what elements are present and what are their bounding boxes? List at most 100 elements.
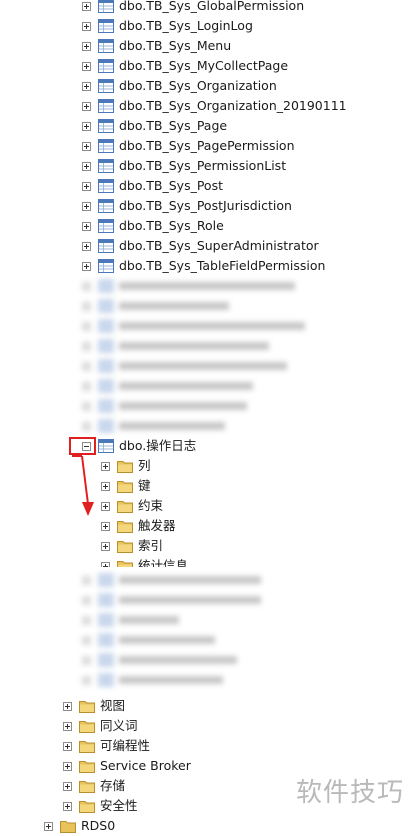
redacted-text: [119, 302, 229, 310]
table-name[interactable]: dbo.TB_Sys_PermissionList: [119, 156, 286, 176]
table-row[interactable]: dbo.TB_Sys_Post: [82, 176, 223, 196]
expand-icon[interactable]: [82, 81, 91, 91]
redacted-text: [119, 322, 305, 330]
expand-icon[interactable]: [82, 241, 91, 251]
table-row[interactable]: dbo.TB_Sys_SuperAdministrator: [82, 236, 319, 256]
redacted-text: [119, 282, 295, 290]
table-row[interactable]: dbo.TB_Sys_GlobalPermission: [82, 0, 304, 16]
table-name[interactable]: dbo.TB_Sys_Post: [119, 176, 223, 196]
folder-label[interactable]: 触发器: [138, 516, 176, 536]
table-name[interactable]: dbo.TB_Sys_Organization_20190111: [119, 96, 347, 116]
table-row[interactable]: dbo.TB_Sys_PermissionList: [82, 156, 286, 176]
tree-folder-synonyms[interactable]: 同义词: [63, 716, 138, 736]
table-icon: [98, 99, 114, 113]
table-name[interactable]: dbo.TB_Sys_Page: [119, 116, 227, 136]
tree-folder-statistics[interactable]: 统计信息: [101, 556, 188, 567]
expand-icon[interactable]: [63, 781, 72, 791]
table-name[interactable]: dbo.TB_Sys_Role: [119, 216, 224, 236]
folder-label[interactable]: 键: [138, 476, 151, 496]
table-row[interactable]: dbo.TB_Sys_PostJurisdiction: [82, 196, 292, 216]
expand-icon[interactable]: [101, 561, 110, 567]
folder-label[interactable]: Service Broker: [100, 756, 191, 776]
expand-icon: [82, 655, 91, 665]
expand-icon[interactable]: [82, 161, 91, 171]
expand-icon[interactable]: [82, 141, 91, 151]
folder-label[interactable]: 统计信息: [138, 556, 188, 567]
tree-folder-triggers[interactable]: 触发器: [101, 516, 176, 536]
table-icon: [98, 339, 114, 353]
table-name[interactable]: dbo.TB_Sys_Organization: [119, 76, 277, 96]
expand-icon[interactable]: [82, 221, 91, 231]
redacted-text: [119, 422, 225, 430]
redacted-table-row: [82, 376, 253, 396]
folder-label[interactable]: 安全性: [100, 796, 138, 816]
expanded-table-row[interactable]: dbo.操作日志: [82, 436, 196, 456]
table-name[interactable]: dbo.TB_Sys_Menu: [119, 36, 231, 56]
redacted-text: [119, 636, 215, 644]
table-name[interactable]: dbo.TB_Sys_PostJurisdiction: [119, 196, 292, 216]
table-icon: [98, 119, 114, 133]
expand-icon[interactable]: [82, 41, 91, 51]
folder-icon: [117, 461, 133, 473]
folder-icon: [79, 801, 95, 813]
table-icon: [98, 199, 114, 213]
folder-icon: [117, 521, 133, 533]
redacted-table-row: [82, 650, 237, 670]
folder-label[interactable]: 存储: [100, 776, 125, 796]
expand-icon: [82, 361, 91, 371]
expand-icon[interactable]: [82, 101, 91, 111]
redacted-table-row: [82, 570, 261, 590]
expand-icon[interactable]: [101, 541, 110, 551]
table-row[interactable]: dbo.TB_Sys_MyCollectPage: [82, 56, 288, 76]
table-row[interactable]: dbo.TB_Sys_PagePermission: [82, 136, 295, 156]
table-name[interactable]: dbo.TB_Sys_SuperAdministrator: [119, 236, 319, 256]
folder-label[interactable]: 视图: [100, 696, 125, 716]
expand-icon: [82, 281, 91, 291]
tree-folder-views[interactable]: 视图: [63, 696, 125, 716]
table-row[interactable]: dbo.TB_Sys_Role: [82, 216, 224, 236]
expand-icon[interactable]: [63, 801, 72, 811]
expand-icon[interactable]: [63, 701, 72, 711]
table-name[interactable]: dbo.TB_Sys_PagePermission: [119, 136, 295, 156]
table-row[interactable]: dbo.TB_Sys_Organization: [82, 76, 277, 96]
expand-icon[interactable]: [63, 761, 72, 771]
expand-icon[interactable]: [82, 201, 91, 211]
expand-icon[interactable]: [63, 741, 72, 751]
table-row[interactable]: dbo.TB_Sys_TableFieldPermission: [82, 256, 325, 276]
folder-icon: [79, 781, 95, 793]
tree-folder-service-broker[interactable]: Service Broker: [63, 756, 191, 776]
tree-folder-programmability[interactable]: 可编程性: [63, 736, 150, 756]
expand-icon[interactable]: [82, 181, 91, 191]
tree-folder-storage[interactable]: 存储: [63, 776, 125, 796]
expand-icon[interactable]: [82, 121, 91, 131]
table-name[interactable]: dbo.TB_Sys_TableFieldPermission: [119, 256, 325, 276]
expand-icon[interactable]: [63, 721, 72, 731]
folder-icon: [79, 741, 95, 753]
expand-icon[interactable]: [82, 61, 91, 71]
table-name[interactable]: dbo.TB_Sys_GlobalPermission: [119, 0, 304, 16]
table-name[interactable]: dbo.操作日志: [119, 436, 196, 456]
expand-icon[interactable]: [82, 261, 91, 271]
expand-icon: [82, 675, 91, 685]
tree-database-next[interactable]: RDS0: [44, 816, 115, 836]
tree-folder-indexes[interactable]: 索引: [101, 536, 163, 556]
table-row[interactable]: dbo.TB_Sys_Organization_20190111: [82, 96, 347, 116]
folder-label[interactable]: 同义词: [100, 716, 138, 736]
expand-icon[interactable]: [82, 1, 91, 11]
table-name[interactable]: dbo.TB_Sys_LoginLog: [119, 16, 253, 36]
tree-folder-constraints[interactable]: 约束: [101, 496, 163, 516]
folder-label[interactable]: 约束: [138, 496, 163, 516]
expand-icon[interactable]: [82, 21, 91, 31]
folder-label[interactable]: 列: [138, 456, 151, 476]
database-label[interactable]: RDS0: [81, 816, 115, 836]
table-row[interactable]: dbo.TB_Sys_Menu: [82, 36, 231, 56]
folder-label[interactable]: 可编程性: [100, 736, 150, 756]
table-icon: [98, 359, 114, 373]
table-row[interactable]: dbo.TB_Sys_LoginLog: [82, 16, 253, 36]
folder-icon: [79, 701, 95, 713]
table-icon: [98, 319, 114, 333]
table-name[interactable]: dbo.TB_Sys_MyCollectPage: [119, 56, 288, 76]
folder-label[interactable]: 索引: [138, 536, 163, 556]
tree-folder-security[interactable]: 安全性: [63, 796, 138, 816]
table-row[interactable]: dbo.TB_Sys_Page: [82, 116, 227, 136]
